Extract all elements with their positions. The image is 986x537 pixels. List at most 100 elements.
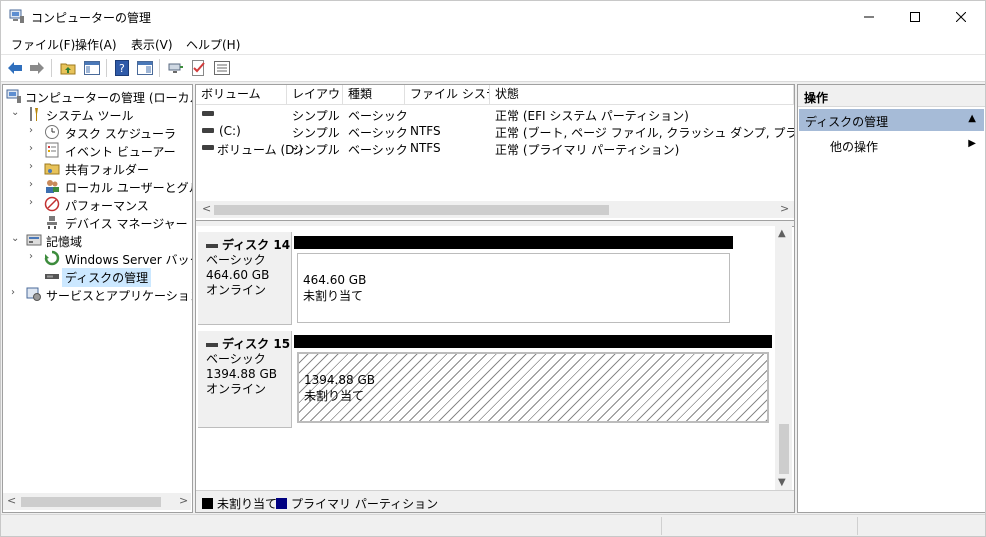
column-volume[interactable]: ボリューム (196, 85, 287, 104)
tree-item-services-applications[interactable]: › サービスとアプリケーション (3, 285, 192, 303)
chevron-right-icon[interactable]: › (29, 179, 39, 190)
volume-list-horizontal-scrollbar[interactable]: < > (196, 201, 794, 218)
scroll-right-icon[interactable]: > (179, 494, 188, 507)
maximize-button[interactable] (892, 1, 938, 32)
volume-type: ベーシック (348, 143, 408, 157)
actions-pane: 操作 ディスクの管理 ▲ 他の操作 ▶ (797, 84, 985, 513)
scrollbar-thumb[interactable] (779, 424, 789, 474)
legend-swatch (276, 498, 287, 509)
volume-name: ボリューム (D:) (217, 143, 304, 157)
disk-15-info[interactable]: ディスク 15 ベーシック 1394.88 GB オンライン (198, 331, 292, 428)
tree-item-local-users-groups[interactable]: › ローカル ユーザーとグループ (3, 177, 192, 195)
storage-icon (26, 234, 42, 246)
connect-icon (168, 63, 183, 73)
minimize-button[interactable] (846, 1, 892, 32)
tree-label: ローカル ユーザーとグループ (65, 181, 192, 195)
menu-action[interactable]: 操作(A) (75, 36, 117, 53)
toolbar: ? (1, 55, 985, 82)
properties-button[interactable] (135, 58, 155, 78)
chevron-right-icon[interactable]: › (29, 251, 39, 262)
scrollbar-thumb[interactable] (214, 205, 609, 215)
column-type[interactable]: 種類 (343, 85, 405, 104)
backup-icon (44, 250, 60, 266)
tree-item-windows-server-backup[interactable]: › Windows Server バックア (3, 249, 192, 267)
scroll-down-icon[interactable]: ▼ (778, 477, 786, 488)
list-button[interactable] (212, 58, 232, 78)
volume-name: (C:) (219, 124, 241, 138)
chevron-right-icon[interactable]: › (29, 143, 39, 154)
menu-view[interactable]: 表示(V) (131, 36, 173, 53)
disk-icon (206, 342, 218, 347)
tree-item-storage[interactable]: ⌄ 記憶域 (3, 231, 191, 249)
device-manager-icon (47, 216, 57, 229)
tree-item-computer-management[interactable]: コンピューターの管理 (ローカル) (3, 87, 192, 105)
tree-label: ディスクの管理 (61, 268, 152, 287)
legend-label: プライマリ パーティション (291, 497, 439, 511)
disk-graphical-view: ディスク 14 ベーシック 464.60 GB オンライン 464.60 GB … (196, 226, 775, 490)
collapse-up-icon[interactable]: ▲ (968, 113, 976, 124)
tree-item-task-scheduler[interactable]: › タスク スケジューラ (3, 123, 191, 141)
partition-status: 未割り当て (304, 389, 365, 403)
performance-icon (44, 196, 60, 212)
volume-status: 正常 (EFI システム パーティション) (495, 109, 689, 123)
disk-14-unallocated-partition[interactable]: 464.60 GB 未割り当て (294, 236, 733, 326)
menu-file[interactable]: ファイル(F) (11, 36, 75, 53)
tree-item-disk-management[interactable]: ディスクの管理 (3, 267, 191, 287)
action-label: 他の操作 (830, 140, 879, 154)
disk-icon (206, 243, 218, 248)
chevron-right-icon[interactable]: › (29, 197, 39, 208)
disk-state: オンライン (206, 283, 267, 297)
disk-14-info[interactable]: ディスク 14 ベーシック 464.60 GB オンライン (198, 232, 292, 325)
back-button[interactable] (5, 58, 25, 78)
tree-item-shared-folders[interactable]: › 共有フォルダー (3, 159, 191, 177)
chevron-right-icon[interactable]: › (29, 125, 39, 136)
column-layout[interactable]: レイアウト (287, 85, 343, 104)
disk-view-vertical-scrollbar[interactable]: ▲ ▼ (775, 226, 792, 490)
actions-section-disk-management[interactable]: ディスクの管理 ▲ (799, 109, 984, 131)
chevron-down-icon[interactable]: ⌄ (11, 233, 21, 244)
volume-layout: シンプル (292, 109, 340, 123)
connect-button[interactable] (166, 58, 186, 78)
disk-management-pane: ボリューム レイアウト 種類 ファイル システム 状態 シンプル ベーシック 正… (195, 84, 795, 513)
disk-15-unallocated-partition[interactable]: 1394.88 GB 未割り当て (294, 335, 772, 426)
volume-row[interactable]: ボリューム (D:) シンプル ベーシック NTFS 正常 (プライマリ パーテ… (196, 140, 794, 157)
column-filesystem[interactable]: ファイル システム (405, 85, 490, 104)
disk-kind: ベーシック (206, 253, 266, 267)
volume-type: ベーシック (348, 126, 408, 140)
tree-item-performance[interactable]: › パフォーマンス (3, 195, 191, 213)
scroll-right-icon[interactable]: > (780, 202, 789, 215)
volume-icon (202, 145, 214, 150)
forward-button[interactable] (27, 58, 47, 78)
chevron-right-icon[interactable]: › (11, 287, 21, 298)
menu-help[interactable]: ヘルプ(H) (186, 36, 240, 53)
help-button[interactable]: ? (112, 58, 132, 78)
partition-header-bar (294, 236, 733, 249)
show-hide-tree-button[interactable] (82, 58, 102, 78)
scrollbar-thumb[interactable] (21, 497, 161, 507)
forward-icon (30, 62, 44, 74)
volume-row[interactable]: シンプル ベーシック 正常 (EFI システム パーティション) (196, 106, 794, 123)
menu-bar: ファイル(F) 操作(A) 表示(V) ヘルプ(H) (1, 32, 985, 55)
column-status[interactable]: 状態 (490, 85, 794, 104)
tree-label: デバイス マネージャー (65, 217, 188, 231)
volume-fs: NTFS (410, 141, 441, 155)
list-icon (214, 61, 230, 75)
action-other-operations[interactable]: 他の操作 ▶ (830, 138, 980, 155)
chevron-down-icon[interactable]: ⌄ (11, 107, 21, 118)
chevron-right-icon[interactable]: › (29, 161, 39, 172)
check-button[interactable] (189, 58, 209, 78)
volume-row[interactable]: (C:) シンプル ベーシック NTFS 正常 (ブート, ページ ファイル, … (196, 123, 794, 140)
up-folder-button[interactable] (58, 58, 78, 78)
scroll-up-icon[interactable]: ▲ (778, 228, 786, 239)
tree-item-device-manager[interactable]: デバイス マネージャー (3, 213, 191, 231)
tree-item-system-tools[interactable]: ⌄ システム ツール (3, 105, 191, 123)
disk-name: ディスク 14 (222, 238, 291, 252)
tree-horizontal-scrollbar[interactable]: < > (3, 493, 191, 510)
volume-status: 正常 (ブート, ページ ファイル, クラッシュ ダンプ, プライマリ パーティ… (495, 126, 794, 140)
tree-label: パフォーマンス (65, 199, 149, 213)
scroll-left-icon[interactable]: < (7, 494, 16, 507)
tree-item-event-viewer[interactable]: › イベント ビューアー (3, 141, 191, 159)
console-tree: コンピューターの管理 (ローカル) ⌄ システム ツール › タスク スケジュー… (2, 84, 193, 513)
scroll-left-icon[interactable]: < (202, 202, 211, 215)
close-button[interactable] (938, 1, 984, 32)
